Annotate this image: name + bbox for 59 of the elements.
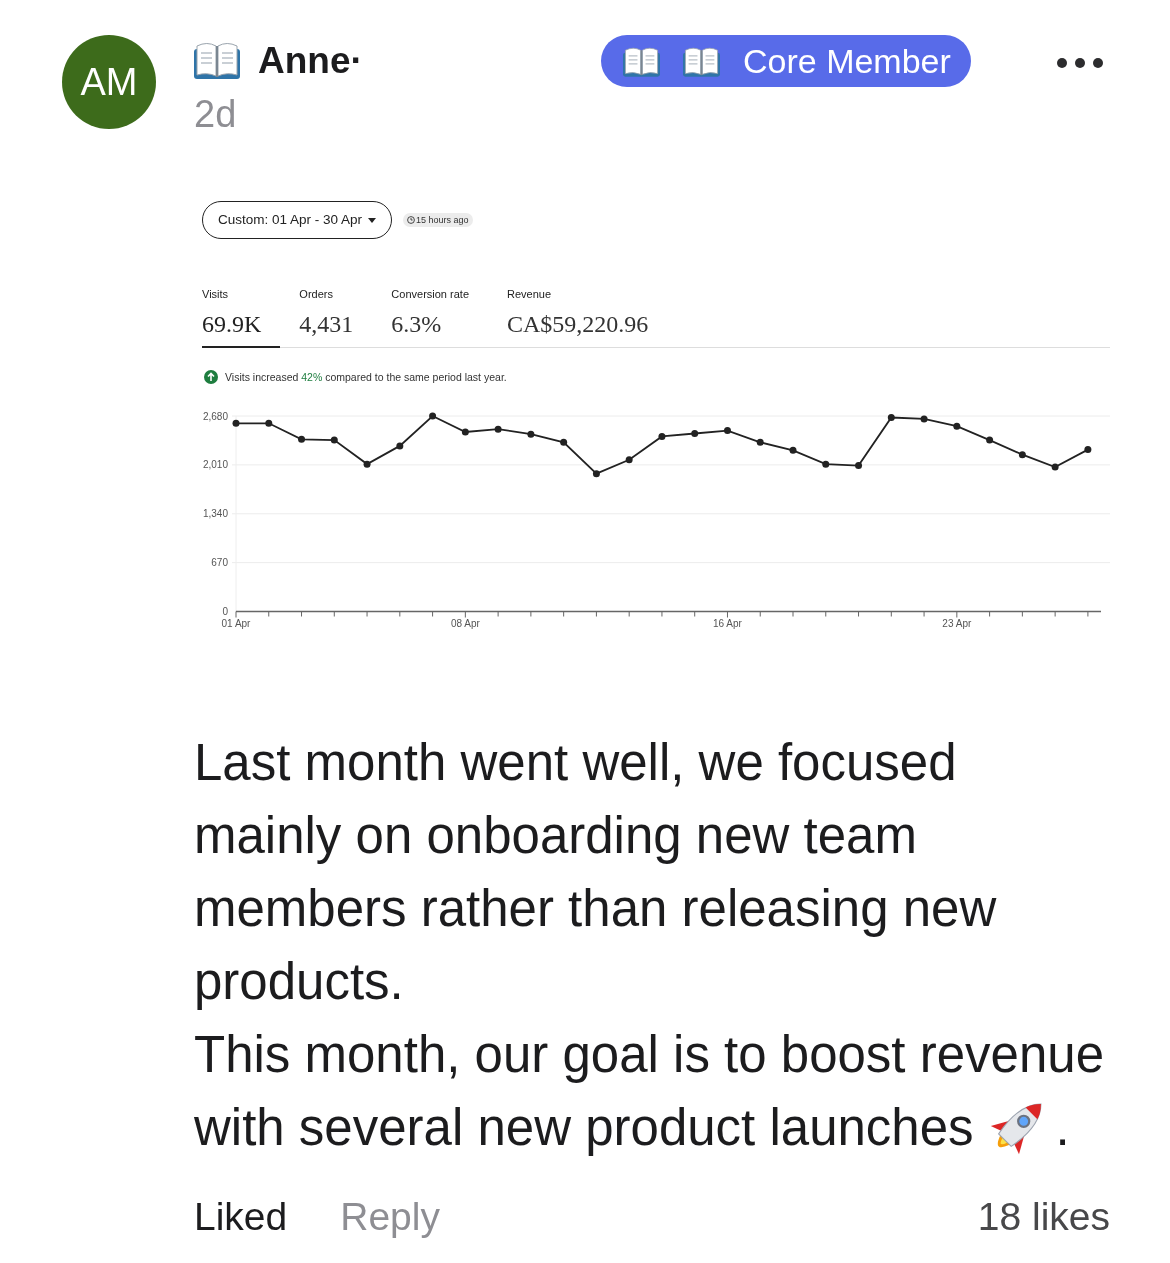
notice-text: Visits increased 42% compared to the same period last year. [225,371,507,383]
axis-label: 0 [222,606,228,617]
data-point [691,430,699,437]
metric-tab[interactable]: Orders 4,431 [299,287,373,348]
data-point [920,415,928,423]
clock-icon [407,216,416,224]
book-icon [194,41,240,79]
data-point [461,428,469,436]
updated-text: 15 hours ago [416,215,469,225]
more-button[interactable] [1057,58,1103,68]
data-point [986,436,994,444]
data-point [789,446,797,454]
book-icon [623,45,660,77]
more-icon [1057,58,1103,68]
data-point [756,438,764,446]
avatar[interactable]: AM [62,35,156,129]
badge-label: Core Member [743,44,951,78]
metric-tab[interactable]: Revenue CA$59,220.96 [507,287,668,348]
data-point [724,427,731,435]
metric-tab[interactable]: Conversion rate 6.3% [391,287,488,348]
post-text: Last month went well, we focused mainly on onboarding new team members rather than releasing new products. [194,733,998,1012]
post-time: 2d [194,95,237,133]
data-point [1084,446,1092,454]
axis-label: 01 Apr [221,617,251,629]
data-point [560,438,568,446]
data-point [330,436,338,444]
data-point [527,430,535,438]
axis-label: 23 Apr [942,617,972,629]
data-point [363,460,371,468]
axis-label: 2,010 [202,459,228,471]
data-point [887,413,895,421]
axis-label: 2,680 [202,410,228,422]
data-point [625,456,633,464]
caret-icon [368,217,377,223]
data-point [429,412,437,420]
like-button[interactable]: Liked [194,1193,288,1240]
data-point [658,432,666,440]
author-name[interactable]: Anne· [258,41,363,79]
date-range-dropdown[interactable]: Custom: 01 Apr - 30 Apr [202,201,393,239]
data-point [592,470,600,478]
data-point [494,425,502,433]
likes-count[interactable]: 18 likes [977,1193,1110,1240]
data-point [1051,463,1059,471]
data-point [298,435,306,443]
data-point [265,419,273,427]
post-text: This month, our goal is to boost revenue with several new product launches . [194,1025,1105,1159]
data-point [1018,451,1026,459]
data-point [396,442,404,450]
metric-tab[interactable]: Visits 69.9K [202,287,281,348]
book-icon [683,45,720,77]
axis-label: 08 Apr [450,617,480,629]
data-point [953,422,961,430]
data-point [232,419,240,427]
axis-label: 1,340 [202,508,228,520]
axis-label: 670 [211,557,228,569]
data-point [822,460,830,468]
data-point [855,462,863,470]
axis-label: 16 Apr [713,617,742,629]
arrow-up-circle-icon [204,370,218,384]
